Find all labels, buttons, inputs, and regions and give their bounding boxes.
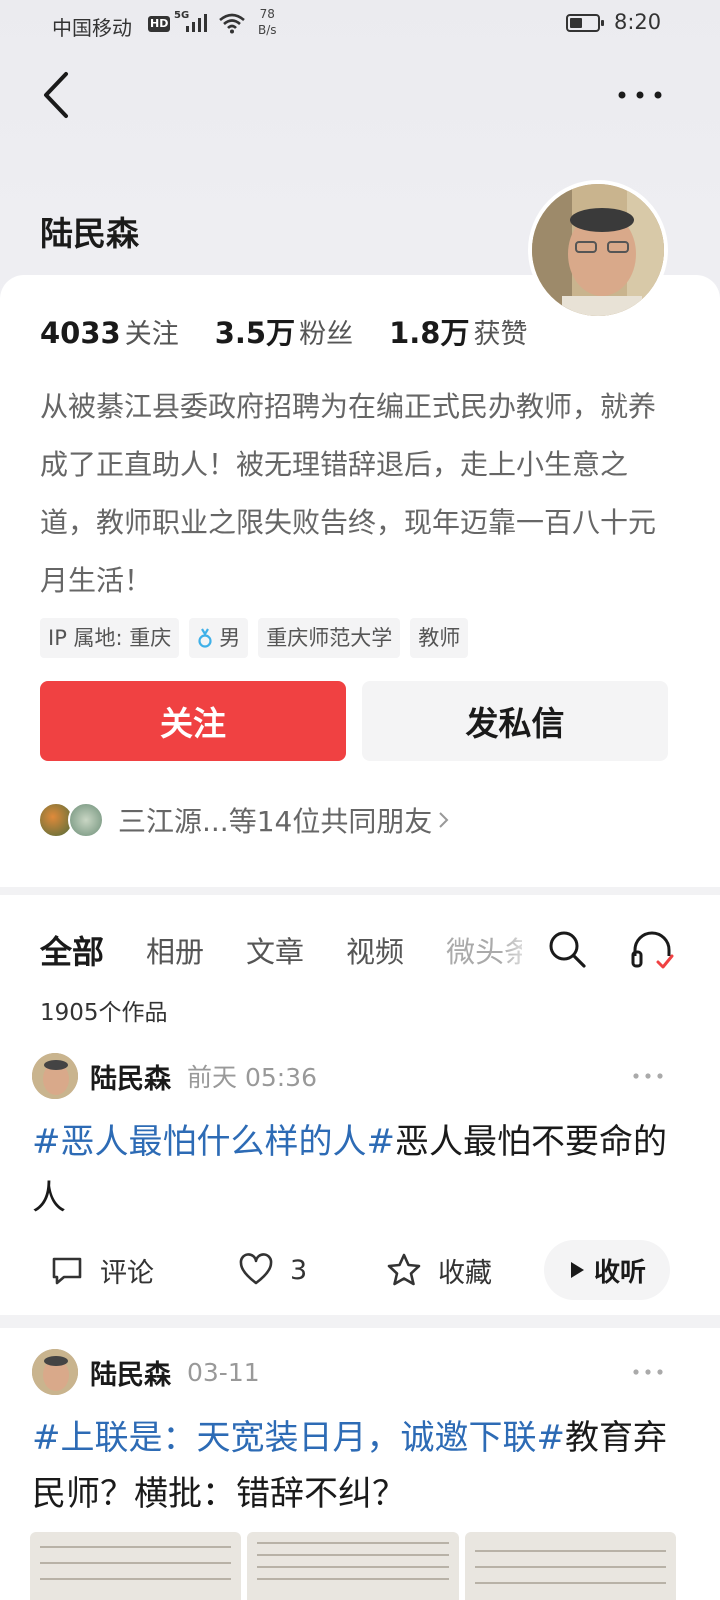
hd-badge: HD [148,16,171,32]
post-time: 前天 05:36 [187,1063,317,1092]
signal-icon [186,14,210,32]
tab-all[interactable]: 全部 [40,927,104,973]
post-content[interactable]: #上联是：天宽装日月，诚邀下联#教育弃民师？横批：错辞不纠？ [32,1410,682,1522]
clock: 8:20 [614,10,662,34]
occupation-tag: 教师 [410,618,469,658]
works-count: 1905个作品 [40,1000,168,1026]
avatar[interactable] [32,1349,78,1395]
play-icon [570,1262,584,1278]
favorite-button[interactable]: 收藏 [386,1240,492,1300]
status-bar: 中国移动 HD 5G 78 B/s 8:20 [0,0,720,50]
speed-unit: B/s [258,23,277,37]
like-button[interactable]: 3 [238,1240,307,1300]
avatar[interactable] [32,1053,78,1099]
post-time: 03-11 [187,1357,260,1387]
tab-articles[interactable]: 文章 [246,929,304,971]
post-image[interactable] [247,1532,459,1600]
avatar[interactable] [528,180,668,320]
speed-value: 78 [259,7,275,21]
following-label[interactable]: 关注 [125,312,179,351]
post-author[interactable]: 陆民森 [90,1353,171,1392]
content-tabs: 全部 相册 文章 视频 微头条 [40,928,522,972]
post-hashtag[interactable]: #恶人最怕什么样的人# [32,1122,395,1162]
comment-label: 评论 [100,1257,154,1289]
listen-button[interactable]: 收听 [544,1240,670,1300]
likes-count: 1.8万 [389,316,470,350]
post-header: 陆民森 03-11 [32,1348,260,1396]
listen-label: 收听 [593,1257,646,1288]
followers-label[interactable]: 粉丝 [299,312,353,351]
tab-album[interactable]: 相册 [146,929,204,971]
followers-count[interactable]: 3.5万 [215,310,295,352]
search-icon[interactable] [546,928,588,970]
star-icon [387,1253,421,1286]
profile-name: 陆民森 [40,214,139,253]
post-more-icon[interactable] [628,1362,668,1382]
school-tag: 重庆师范大学 [258,618,401,658]
comment-icon [52,1257,82,1285]
post-image[interactable] [464,1532,676,1600]
following-count[interactable]: 4033 [40,316,121,350]
post-actions: 评论 3 收藏 收听 [32,1240,672,1300]
profile-stats: 4033 关注 3.5万 粉丝 1.8万 获赞 [40,310,527,350]
send-message-button[interactable]: 发私信 [362,681,668,761]
comment-button[interactable]: 评论 [50,1240,154,1300]
profile-bio: 从被綦江县委政府招聘为在编正式民办教师，就养成了正直助人！被无理错辞退后，走上小… [40,390,657,597]
profile-tags: IP 属地: 重庆 男 重庆师范大学 教师 [40,618,469,658]
gender-tag: 男 [189,618,249,658]
chevron-right-icon [439,812,449,828]
ip-location-tag: IP 属地: 重庆 [40,618,180,658]
post-images [30,1532,676,1600]
likes-label: 获赞 [473,319,528,350]
network-speed: 78 B/s [258,6,277,38]
battery-icon [566,14,604,32]
follow-button[interactable]: 关注 [40,681,346,761]
avatar-image [532,184,664,316]
back-icon[interactable] [38,68,78,122]
wifi-icon [219,13,245,34]
like-count: 3 [290,1254,308,1286]
mutual-friends[interactable]: 三江源...等14位共同朋友 [38,800,452,840]
post-image[interactable] [30,1532,242,1600]
post-hashtag[interactable]: #上联是：天宽装日月，诚邀下联# [32,1418,565,1458]
mutual-friends-text: 三江源...等14位共同朋友 [118,805,433,838]
heart-icon [239,1253,273,1285]
tab-fade [500,924,540,974]
carrier-name: 中国移动 [52,16,132,40]
tab-videos[interactable]: 视频 [346,929,404,971]
post-content[interactable]: #恶人最怕什么样的人#恶人最怕不要命的人 [32,1114,682,1226]
post-header: 陆民森 前天 05:36 [32,1052,317,1100]
friend-avatar [68,802,104,838]
gender-label: 男 [219,626,241,650]
post-more-icon[interactable] [628,1066,668,1086]
male-icon [198,628,212,648]
more-options-icon[interactable] [612,80,668,110]
headphones-icon[interactable] [628,926,676,972]
favorite-label: 收藏 [438,1257,492,1289]
post-author[interactable]: 陆民森 [90,1057,171,1096]
